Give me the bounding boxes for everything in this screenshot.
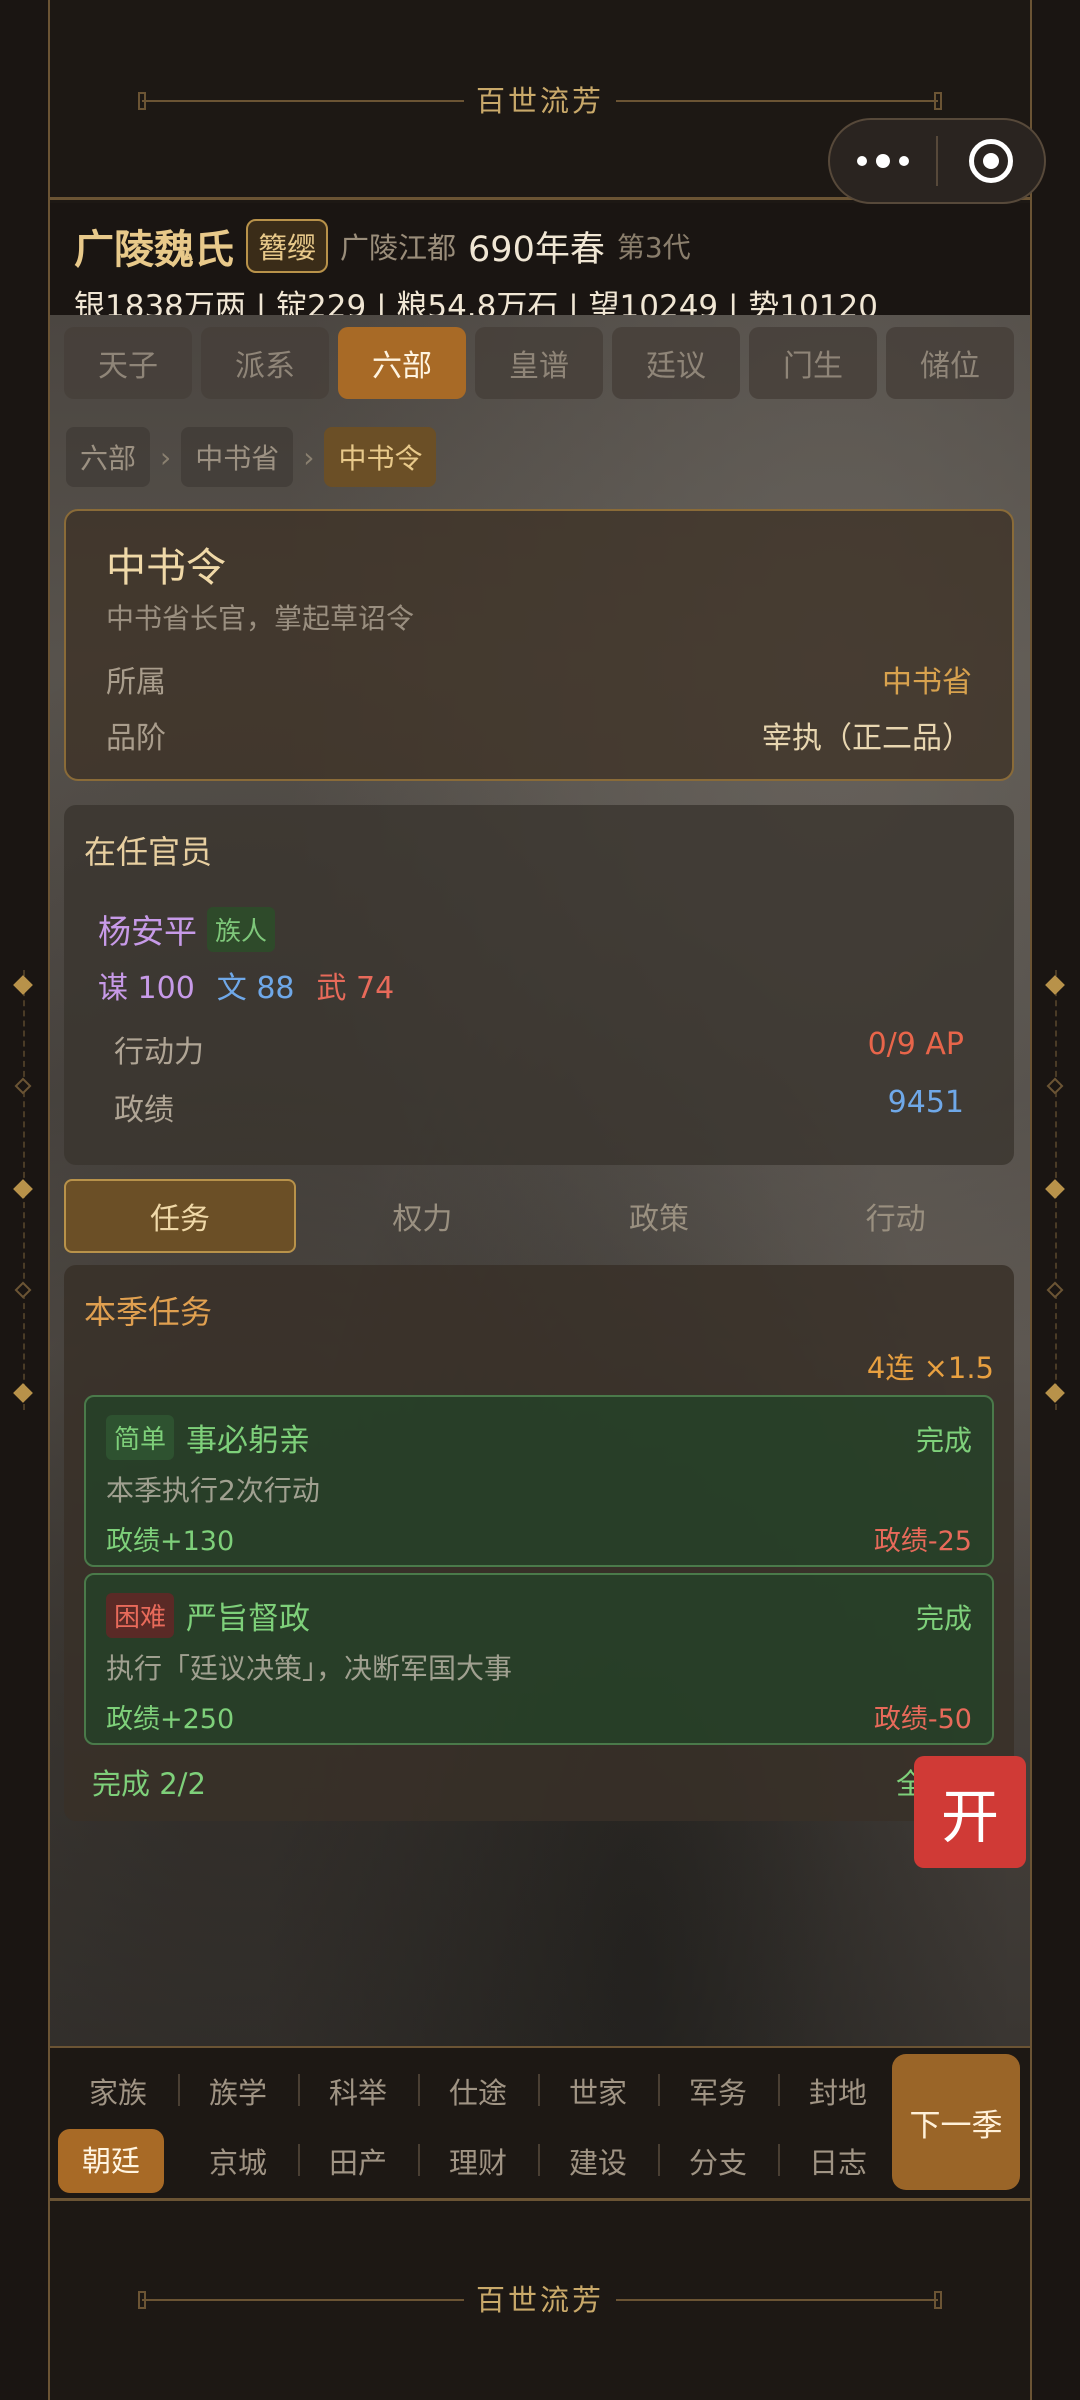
- grade-value: 宰执（正二品）: [762, 721, 972, 756]
- ap-row: 行动力 0/9 AP: [114, 1027, 964, 1071]
- stat-mou: 谋 100: [98, 971, 195, 1006]
- office-card: 中书令 中书省长官，掌起草诏令 所属 中书省 品阶 宰执（正二品）: [64, 509, 1014, 781]
- nav-zuxue[interactable]: 族学: [178, 2070, 298, 2112]
- chevron-right-icon: ›: [160, 440, 172, 474]
- task-reward: 政绩+250: [106, 1704, 235, 1735]
- chevron-right-icon: ›: [303, 440, 315, 474]
- nav-chaoting[interactable]: 朝廷: [58, 2129, 164, 2193]
- nav-junwu[interactable]: 军务: [658, 2070, 778, 2112]
- main-content: 天子 派系 六部 皇谱 廷议 门生 储位 六部 › 中书省 › 中书令 中书令 …: [50, 315, 1030, 2047]
- tasks-panel: 本季任务 4连 ×1.5 简单 事必躬亲 完成 本季执行2次行动 政绩+130 …: [64, 1265, 1014, 1821]
- ap-value: 0/9 AP: [867, 1027, 964, 1062]
- breadcrumb-zhongshusheng[interactable]: 中书省: [181, 427, 294, 487]
- nav-shitu[interactable]: 仕途: [418, 2070, 538, 2112]
- official-panel: 在任官员 杨安平 族人 谋 100 文 88 武 74 行动力 0/9 AP 政…: [64, 805, 1014, 1165]
- sub-tabs: 任务 权力 政策 行动: [64, 1179, 1014, 1253]
- right-ornament: [1036, 960, 1076, 1420]
- task-status: 完成: [915, 1602, 972, 1635]
- breadcrumb-current: 中书令: [324, 427, 437, 487]
- official-section-title: 在任官员: [84, 833, 213, 871]
- ap-label: 行动力: [114, 1035, 204, 1070]
- nav-licai[interactable]: 理财: [418, 2140, 538, 2182]
- nav-rizhi[interactable]: 日志: [778, 2140, 898, 2182]
- clan-place: 广陵江都: [340, 231, 457, 265]
- close-miniapp-icon[interactable]: [938, 139, 1044, 183]
- office-desc: 中书省长官，掌起草诏令: [106, 602, 415, 635]
- tab-chuwei[interactable]: 储位: [886, 327, 1014, 399]
- tasks-section-title: 本季任务: [84, 1293, 213, 1331]
- official-name-row[interactable]: 杨安平 族人: [98, 905, 276, 953]
- nav-fenzhi[interactable]: 分支: [658, 2140, 778, 2182]
- clan-name: 广陵魏氏: [74, 227, 234, 273]
- nav-jianshe[interactable]: 建设: [538, 2140, 658, 2182]
- merit-row: 政绩 9451: [114, 1085, 964, 1129]
- clan-header: 广陵魏氏 簪缨 广陵江都 690年春 第3代 银1838万两 | 锭229 | …: [50, 203, 1030, 325]
- task-desc: 本季执行2次行动: [106, 1474, 320, 1507]
- nav-jingcheng[interactable]: 京城: [178, 2140, 298, 2182]
- task-status: 完成: [915, 1424, 972, 1457]
- nav-tianchan[interactable]: 田产: [298, 2140, 418, 2182]
- task-card[interactable]: 简单 事必躬亲 完成 本季执行2次行动 政绩+130 政绩-25: [84, 1395, 994, 1567]
- difficulty-badge: 困难: [106, 1593, 175, 1638]
- subtab-action[interactable]: 行动: [777, 1179, 1014, 1253]
- nav-keju[interactable]: 科举: [298, 2070, 418, 2112]
- task-desc: 执行「廷议决策」，决断军国大事: [106, 1652, 513, 1685]
- task-penalty: 政绩-50: [873, 1704, 972, 1735]
- current-year: 690年春: [468, 229, 605, 270]
- breadcrumb: 六部 › 中书省 › 中书令: [66, 427, 437, 487]
- subtab-tasks[interactable]: 任务: [64, 1179, 296, 1253]
- bottom-banner: 百世流芳: [50, 2198, 1030, 2398]
- next-season-button[interactable]: 下一季: [892, 2054, 1020, 2190]
- breadcrumb-liubu[interactable]: 六部: [66, 427, 151, 487]
- tab-tingyi[interactable]: 廷议: [612, 327, 740, 399]
- merit-label: 政绩: [114, 1093, 174, 1128]
- grade-label: 品阶: [106, 721, 166, 756]
- banner-title-bottom: 百世流芳: [463, 2283, 616, 2317]
- difficulty-badge: 简单: [106, 1415, 175, 1460]
- official-name[interactable]: 杨安平: [98, 905, 197, 953]
- top-tabs: 天子 派系 六部 皇谱 廷议 门生 储位: [64, 327, 1014, 399]
- dept-label: 所属: [106, 665, 166, 700]
- bottom-nav: 家族 族学 科举 仕途 世家 军务 封地 朝廷 京城 田产 理财 建设 分支 日…: [50, 2046, 1030, 2198]
- task-card[interactable]: 困难 严旨督政 完成 执行「廷议决策」，决断军国大事 政绩+250 政绩-50: [84, 1573, 994, 1745]
- generation: 第3代: [616, 231, 691, 264]
- tasks-progress: 完成 2/2: [92, 1767, 206, 1801]
- task-penalty: 政绩-25: [873, 1526, 972, 1557]
- office-grade-row: 品阶 宰执（正二品）: [106, 713, 972, 757]
- miniapp-capsule: [828, 118, 1046, 204]
- task-name: 事必躬亲: [186, 1423, 311, 1459]
- office-dept-row: 所属 中书省: [106, 657, 972, 701]
- tab-huangpu[interactable]: 皇谱: [475, 327, 603, 399]
- task-reward: 政绩+130: [106, 1526, 235, 1557]
- tab-mensheng[interactable]: 门生: [749, 327, 877, 399]
- tab-paixi[interactable]: 派系: [201, 327, 329, 399]
- dept-value: 中书省: [882, 665, 972, 700]
- merit-value: 9451: [887, 1085, 964, 1120]
- task-name: 严旨督政: [186, 1601, 311, 1637]
- more-icon[interactable]: [830, 120, 936, 202]
- official-stats: 谋 100 文 88 武 74: [98, 963, 394, 1007]
- tab-liubu[interactable]: 六部: [338, 327, 466, 399]
- stat-wu: 武 74: [316, 971, 395, 1006]
- banner-title: 百世流芳: [463, 84, 616, 118]
- left-ornament: [4, 960, 44, 1420]
- nav-jiazu[interactable]: 家族: [58, 2070, 178, 2112]
- nav-fengdi[interactable]: 封地: [778, 2070, 898, 2112]
- rank-badge: 簪缨: [246, 219, 329, 273]
- kin-tag: 族人: [207, 906, 276, 952]
- nav-shijia[interactable]: 世家: [538, 2070, 658, 2112]
- stat-wen: 文 88: [216, 971, 295, 1006]
- subtab-policy[interactable]: 政策: [541, 1179, 778, 1253]
- open-float-button[interactable]: 开: [914, 1756, 1026, 1868]
- combo-badge: 4连 ×1.5: [866, 1351, 994, 1385]
- office-title: 中书令: [106, 545, 226, 591]
- tab-tianzi[interactable]: 天子: [64, 327, 192, 399]
- subtab-power[interactable]: 权力: [304, 1179, 541, 1253]
